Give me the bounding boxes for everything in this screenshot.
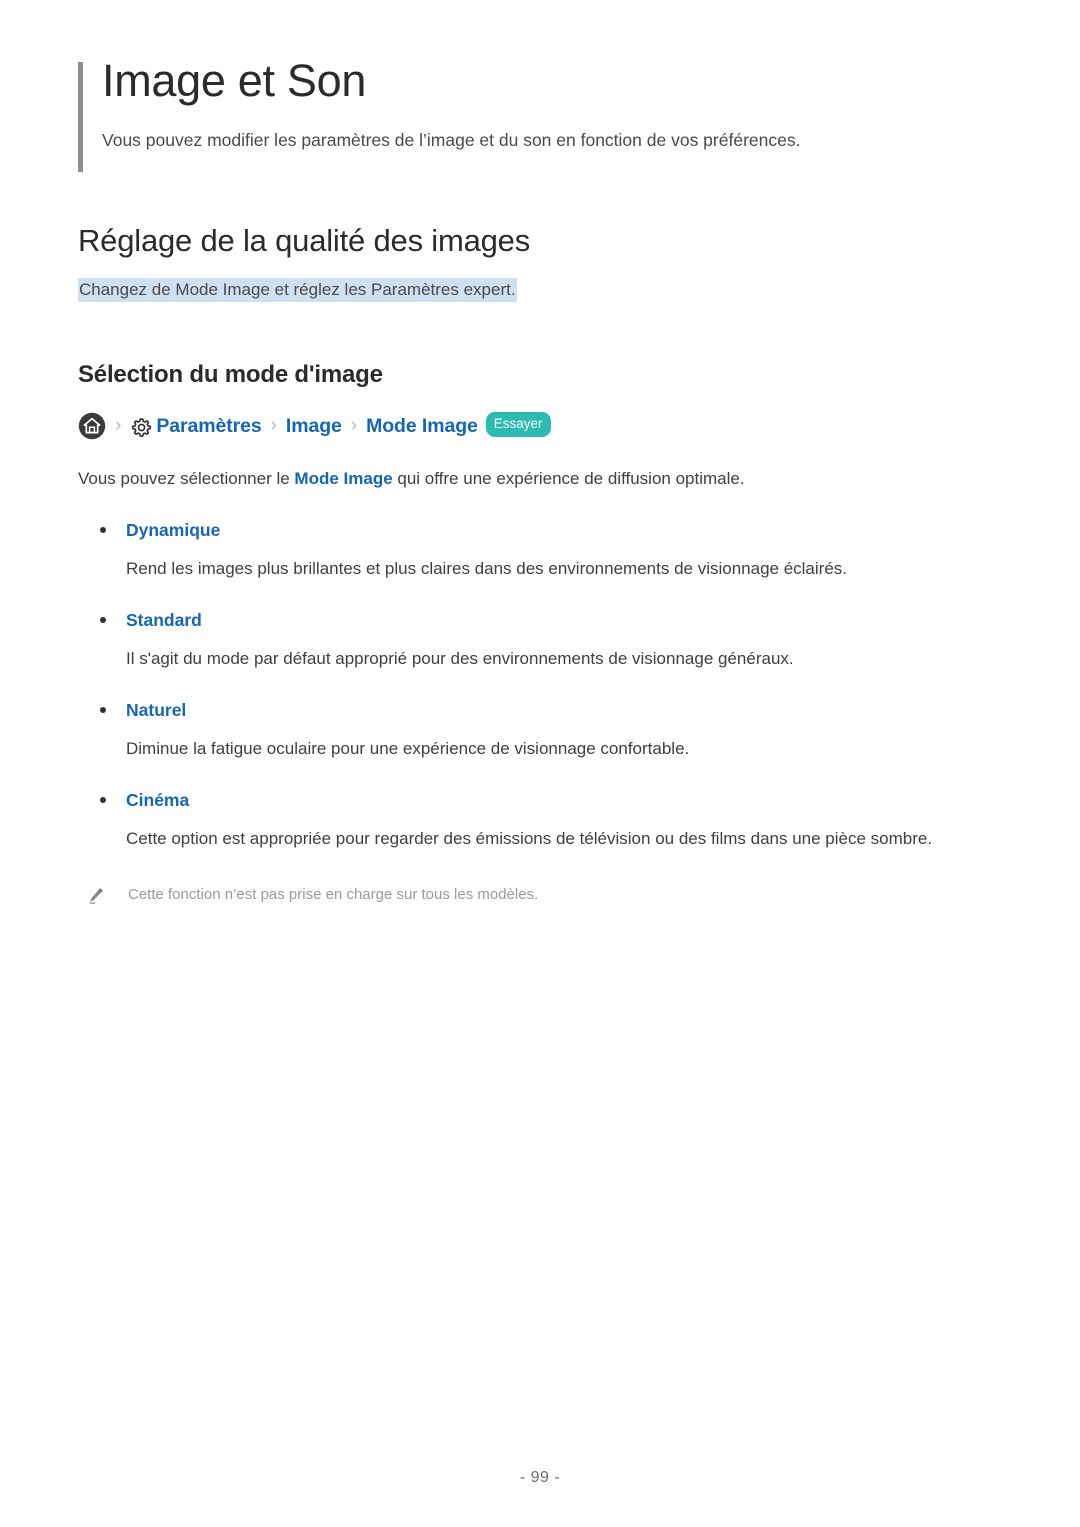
bullet-icon: [100, 796, 106, 803]
page-number: - 99 -: [519, 1469, 561, 1486]
mode-term-label: Cinéma: [126, 789, 190, 810]
list-item: Standard Il s'agit du mode par défaut ap…: [78, 608, 1002, 672]
breadcrumb-separator-3: ›: [350, 414, 358, 436]
bullet-icon: [100, 616, 106, 623]
breadcrumb-item-parametres[interactable]: Paramètres: [156, 415, 261, 438]
try-badge[interactable]: Essayer: [485, 412, 551, 437]
mode-description: Cette option est appropriée pour regarde…: [126, 829, 933, 849]
mode-term-cinema[interactable]: Cinéma: [78, 788, 1002, 813]
subsection-heading: Sélection du mode d'image: [78, 361, 383, 389]
section-description: Changez de Mode Image et réglez les Para…: [78, 277, 1002, 303]
page-subtitle: Vous pouvez modifier les paramètres de l…: [102, 130, 801, 151]
intro-text-before: Vous pouvez sélectionner le: [78, 469, 295, 489]
gear-icon: [130, 416, 153, 439]
home-icon[interactable]: [78, 412, 106, 440]
mode-term-label: Naturel: [126, 699, 187, 720]
mode-term-naturel[interactable]: Naturel: [78, 698, 1002, 723]
list-item: Naturel Diminue la fatigue oculaire pour…: [78, 698, 1002, 762]
breadcrumb-item-image[interactable]: Image: [286, 415, 342, 438]
breadcrumb-separator-2: ›: [270, 414, 277, 436]
list-item: Cinéma Cette option est appropriée pour …: [78, 788, 1002, 852]
breadcrumb-item-mode-image[interactable]: Mode Image: [366, 415, 478, 438]
mode-term-label: Dynamique: [126, 519, 221, 540]
list-item: Dynamique Rend les images plus brillante…: [78, 518, 1002, 582]
intro-paragraph: Vous pouvez sélectionner le Mode Image q…: [78, 466, 1002, 492]
breadcrumb: › Paramètres › Image › Mode Image Essaye…: [78, 412, 1002, 440]
breadcrumb-separator-1: ›: [115, 414, 122, 436]
footnote-text: Cette fonction n’est pas prise en charge…: [128, 885, 539, 903]
mode-description: Rend les images plus brillantes et plus …: [126, 559, 848, 579]
mode-term-standard[interactable]: Standard: [78, 608, 1002, 633]
mode-description: Diminue la fatigue oculaire pour une exp…: [126, 739, 690, 759]
title-block: Image et Son Vous pouvez modifier les pa…: [78, 0, 1002, 172]
footnote: Cette fonction n’est pas prise en charge…: [78, 884, 1002, 906]
picture-mode-list: Dynamique Rend les images plus brillante…: [78, 518, 1002, 852]
intro-text-after: qui offre une expérience de diffusion op…: [392, 469, 745, 489]
mode-term-dynamique[interactable]: Dynamique: [78, 518, 1002, 543]
title-accent-rule: [78, 62, 83, 172]
section-heading: Réglage de la qualité des images: [78, 222, 531, 258]
mode-description: Il s'agit du mode par défaut approprié p…: [126, 649, 794, 669]
mode-term-label: Standard: [126, 609, 202, 630]
bullet-icon: [100, 706, 106, 713]
manual-page: Image et Son Vous pouvez modifier les pa…: [0, 0, 1080, 1527]
page-title: Image et Son: [102, 55, 367, 106]
bullet-icon: [100, 526, 106, 533]
pencil-icon: [86, 886, 106, 906]
inline-link-mode-image[interactable]: Mode Image: [294, 469, 392, 488]
highlighted-description-text: Changez de Mode Image et réglez les Para…: [78, 277, 517, 302]
